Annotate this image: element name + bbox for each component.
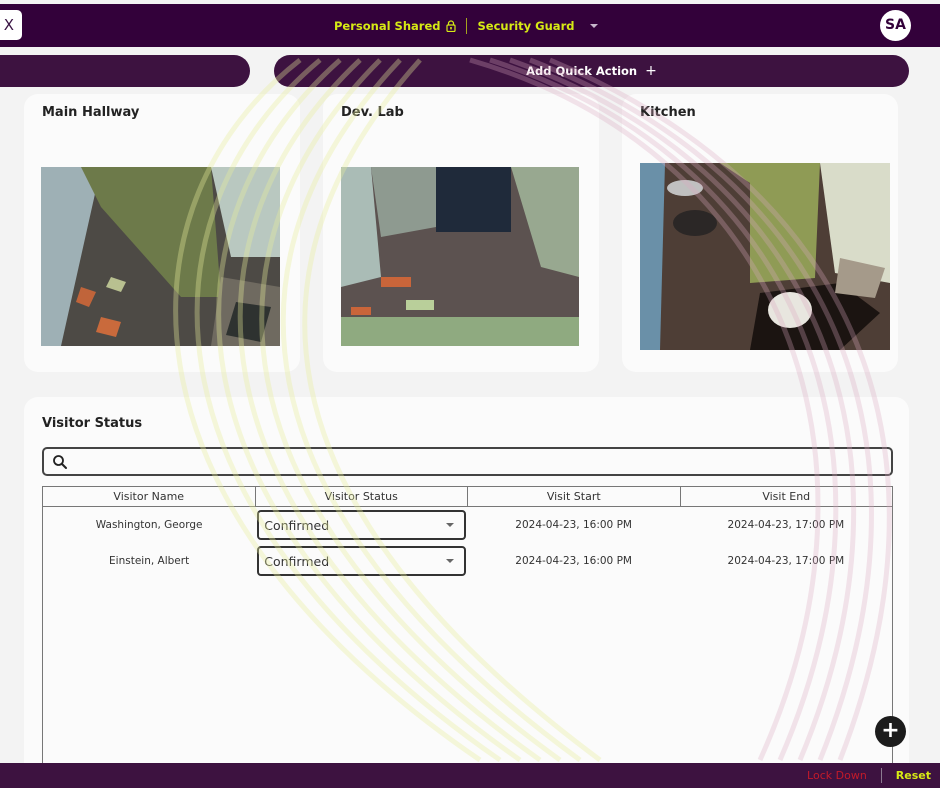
camera-feed-main-hallway[interactable] xyxy=(41,167,280,346)
visitor-status-cell: Confirmed xyxy=(255,510,467,540)
camera-title: Kitchen xyxy=(640,105,696,120)
visitor-status-title: Visitor Status xyxy=(42,416,143,431)
visitor-search-input[interactable] xyxy=(74,452,884,472)
visit-end: 2024-04-23, 17:00 PM xyxy=(727,555,845,567)
role-label: Security Guard xyxy=(477,18,575,33)
visit-start: 2024-04-23, 16:00 PM xyxy=(515,519,632,531)
visitor-name: Einstein, Albert xyxy=(109,555,190,567)
table-row: Washington, George Confirmed 2024-04-23,… xyxy=(43,507,892,543)
status-value: Confirmed xyxy=(264,553,330,569)
caret-down-icon xyxy=(445,523,454,527)
top-bar: X Personal Shared Security Guard SA xyxy=(0,4,940,47)
plus-icon: + xyxy=(645,63,657,79)
lock-icon xyxy=(446,19,457,32)
divider xyxy=(880,768,882,783)
status-value: Confirmed xyxy=(264,517,330,533)
add-quick-action-button[interactable]: Add Quick Action + xyxy=(274,55,909,87)
visit-start: 2024-04-23, 16:00 PM xyxy=(515,555,632,567)
visitor-status-select[interactable]: Confirmed xyxy=(257,510,466,540)
visitor-name: Washington, George xyxy=(95,519,203,531)
context-switcher[interactable]: Personal Shared Security Guard xyxy=(334,4,599,47)
lock-down-button[interactable]: Lock Down xyxy=(807,769,867,782)
add-quick-action-label: Add Quick Action xyxy=(526,64,638,78)
camera-card-dev-lab[interactable]: Dev. Lab xyxy=(323,94,599,372)
column-header-visitor-status[interactable]: Visitor Status xyxy=(254,487,468,506)
quick-action-bar-left[interactable] xyxy=(0,55,250,87)
camera-title: Main Hallway xyxy=(42,105,140,120)
column-header-visit-start[interactable]: Visit Start xyxy=(467,487,680,506)
reset-button[interactable]: Reset xyxy=(896,769,931,782)
divider xyxy=(466,17,468,34)
camera-card-kitchen[interactable]: Kitchen xyxy=(622,94,898,372)
workspace-label: Personal Shared xyxy=(334,18,441,33)
visitor-table: Visitor Name Visitor Status Visit Start … xyxy=(42,486,893,776)
camera-feed-dev-lab[interactable] xyxy=(341,167,579,346)
camera-title: Dev. Lab xyxy=(341,105,404,120)
visitor-status-card: Visitor Status Visitor Name Visitor Stat… xyxy=(24,397,909,777)
column-header-visitor-name[interactable]: Visitor Name xyxy=(43,487,255,506)
caret-down-icon xyxy=(445,559,454,563)
visitor-search[interactable] xyxy=(42,447,893,476)
avatar[interactable]: SA xyxy=(880,10,911,41)
camera-feed-kitchen[interactable] xyxy=(640,163,890,350)
add-visitor-button[interactable]: + xyxy=(875,716,906,747)
visitor-status-cell: Confirmed xyxy=(255,546,467,576)
table-header: Visitor Name Visitor Status Visit Start … xyxy=(43,487,892,507)
camera-card-main-hallway[interactable]: Main Hallway xyxy=(24,94,300,372)
visitor-status-select[interactable]: Confirmed xyxy=(257,546,466,576)
visit-end: 2024-04-23, 17:00 PM xyxy=(727,519,845,531)
column-header-visit-end[interactable]: Visit End xyxy=(679,487,893,506)
caret-down-icon[interactable] xyxy=(590,23,599,28)
bottom-bar: Lock Down Reset xyxy=(0,763,940,788)
close-button[interactable]: X xyxy=(0,10,22,40)
table-row: Einstein, Albert Confirmed 2024-04-23, 1… xyxy=(43,543,892,579)
search-icon xyxy=(53,455,67,469)
